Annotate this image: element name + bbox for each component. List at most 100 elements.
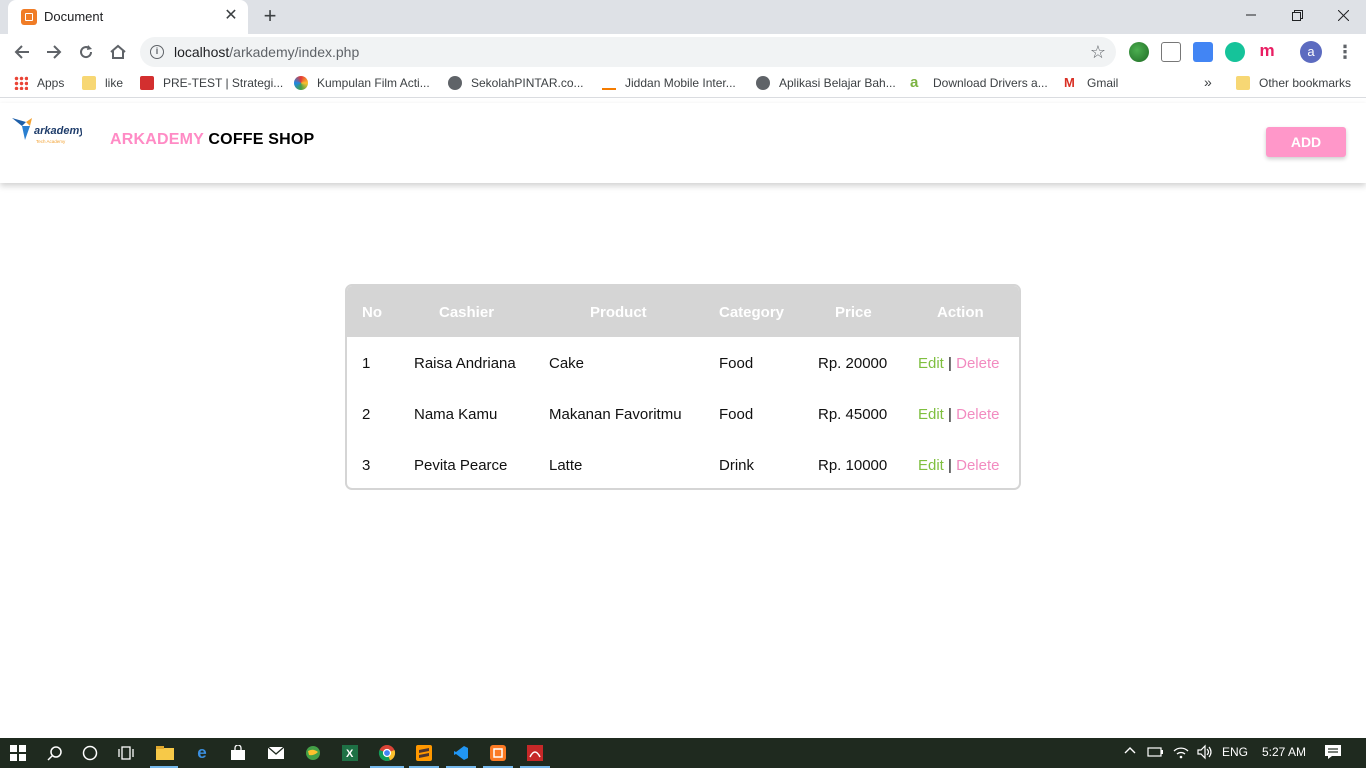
edit-link[interactable]: Edit [918, 457, 944, 474]
search-icon[interactable] [45, 743, 65, 763]
browser-tabstrip: Document ✕ + [0, 0, 1366, 34]
page-header: arkademy Tech Academy ARKADEMY COFFE SHO… [0, 103, 1366, 183]
close-tab-icon[interactable]: ✕ [222, 7, 240, 25]
cell-no: 3 [362, 457, 371, 474]
bookmark-like[interactable]: like [82, 76, 123, 90]
show-hidden-icons-icon[interactable] [1124, 744, 1136, 761]
column-header-product: Product [590, 304, 647, 321]
forward-arrow-icon[interactable] [40, 38, 68, 66]
chrome-icon[interactable] [377, 743, 397, 763]
chrome-menu-icon[interactable]: ⋮ [1336, 42, 1354, 62]
bookmark-gmail[interactable]: M Gmail [1064, 75, 1118, 91]
edge-browser-icon[interactable]: e [192, 743, 212, 763]
extension-globe-icon[interactable] [1129, 42, 1149, 62]
profile-avatar[interactable]: a [1300, 41, 1322, 63]
action-separator: | [948, 355, 952, 372]
globe-icon [448, 76, 462, 90]
back-arrow-icon[interactable] [8, 38, 36, 66]
column-header-price: Price [835, 304, 872, 321]
xampp-favicon-icon [21, 9, 37, 25]
reload-icon[interactable] [72, 38, 100, 66]
mendeley-icon[interactable]: m [1257, 42, 1277, 62]
mail-icon[interactable] [266, 743, 286, 763]
cell-cashier: Nama Kamu [414, 406, 498, 423]
cell-category: Food [719, 406, 754, 423]
add-button[interactable]: ADD [1266, 127, 1346, 157]
file-explorer-icon[interactable] [155, 743, 175, 763]
bookmark-download-drivers[interactable]: a Download Drivers a... [910, 75, 1048, 90]
arkademy-logo[interactable]: arkademy Tech Academy [10, 112, 82, 148]
table-header-row: No Cashier Product Category Price Action [347, 286, 1019, 337]
bookmark-sekolahpintar[interactable]: SekolahPINTAR.co... [448, 76, 584, 90]
globe-app-icon[interactable] [303, 743, 323, 763]
action-separator: | [948, 457, 952, 474]
gmail-icon: M [1064, 75, 1075, 90]
bookmark-jiddan[interactable]: Jiddan Mobile Inter... [602, 76, 736, 90]
cell-price: Rp. 10000 [818, 457, 888, 474]
translate-page-icon[interactable] [1161, 42, 1181, 62]
delete-link[interactable]: Delete [956, 457, 999, 474]
grammarly-icon[interactable] [1225, 42, 1245, 62]
action-separator: | [948, 406, 952, 423]
pinwheel-icon [294, 76, 308, 90]
action-center-icon[interactable] [1324, 744, 1342, 763]
edit-link[interactable]: Edit [918, 355, 944, 372]
brand-suffix: COFFE SHOP [208, 131, 315, 148]
battery-icon[interactable] [1146, 745, 1164, 762]
table-row: 3 Pevita Pearce Latte Drink Rp. 10000 Ed… [347, 439, 1019, 488]
url-path: /arkademy/index.php [229, 44, 360, 60]
restore-window-icon[interactable] [1274, 0, 1320, 30]
store-icon[interactable] [228, 743, 248, 763]
bookmark-apps[interactable]: Apps [14, 76, 64, 90]
bookmarks-overflow-icon[interactable]: » [1204, 74, 1212, 90]
bookmark-kumpulan-film[interactable]: Kumpulan Film Acti... [294, 76, 430, 90]
cell-action: Edit | Delete [918, 457, 999, 474]
cell-no: 2 [362, 406, 371, 423]
address-bar[interactable]: i localhost/arkademy/index.php ☆ [140, 37, 1116, 67]
svg-text:arkademy: arkademy [34, 125, 82, 137]
input-language[interactable]: ENG [1222, 745, 1248, 759]
bookmarks-bar: Apps like PRE-TEST | Strategi... Kumpula… [0, 70, 1366, 98]
globe-icon [756, 76, 770, 90]
cell-action: Edit | Delete [918, 406, 999, 423]
bookmark-aplikasi-belajar[interactable]: Aplikasi Belajar Bah... [756, 76, 896, 90]
new-tab-icon[interactable]: + [258, 5, 282, 29]
delete-link[interactable]: Delete [956, 406, 999, 423]
sublime-text-icon[interactable] [414, 743, 434, 763]
xampp-icon[interactable] [488, 743, 508, 763]
task-view-icon[interactable] [116, 743, 136, 763]
brand-title: ARKADEMY COFFE SHOP [110, 131, 314, 149]
url-host: localhost [174, 44, 230, 60]
browser-tab[interactable]: Document ✕ [8, 0, 248, 34]
cell-price: Rp. 45000 [818, 406, 888, 423]
cell-cashier: Pevita Pearce [414, 457, 508, 474]
cell-product: Latte [549, 457, 583, 474]
svg-text:X: X [346, 748, 354, 760]
excel-icon[interactable]: X [340, 743, 360, 763]
cell-product: Cake [549, 355, 585, 372]
vscode-icon[interactable] [451, 743, 471, 763]
edit-link[interactable]: Edit [918, 406, 944, 423]
volume-icon[interactable] [1196, 744, 1214, 763]
bookmark-star-icon[interactable]: ☆ [1090, 42, 1106, 63]
windows-start-icon[interactable] [8, 743, 28, 763]
cell-no: 1 [362, 355, 371, 372]
column-header-category: Category [719, 304, 785, 321]
cell-product: Makanan Favoritmu [549, 406, 682, 423]
google-translate-icon[interactable] [1193, 42, 1213, 62]
home-icon[interactable] [104, 38, 132, 66]
system-clock[interactable]: 5:27 AM [1262, 745, 1306, 759]
minimize-window-icon[interactable] [1228, 0, 1274, 30]
wifi-icon[interactable] [1172, 744, 1190, 763]
svg-text:Tech Academy: Tech Academy [36, 139, 66, 144]
cortana-icon[interactable] [80, 743, 100, 763]
delete-link[interactable]: Delete [956, 355, 999, 372]
cell-category: Drink [719, 457, 755, 474]
other-bookmarks[interactable]: Other bookmarks [1236, 76, 1351, 90]
close-window-icon[interactable] [1320, 0, 1366, 30]
bookmark-pretest[interactable]: PRE-TEST | Strategi... [140, 76, 283, 90]
acrobat-reader-icon[interactable] [525, 743, 545, 763]
site-info-icon[interactable]: i [150, 45, 164, 59]
site-favicon-icon [602, 76, 616, 90]
cell-action: Edit | Delete [918, 355, 999, 372]
